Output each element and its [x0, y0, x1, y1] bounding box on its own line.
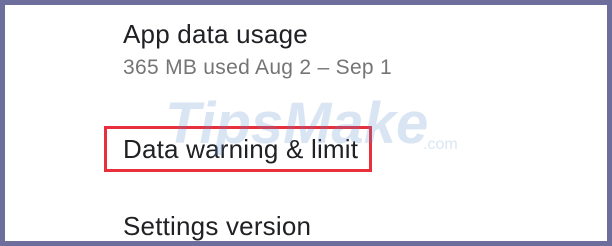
app-data-usage-summary: 365 MB used Aug 2 – Sep 1	[123, 56, 393, 79]
settings-version-title: Settings version	[123, 211, 312, 241]
app-data-usage-item[interactable]: App data usage 365 MB used Aug 2 – Sep 1	[5, 5, 607, 100]
data-warning-limit-title: Data warning & limit	[123, 134, 359, 164]
app-data-usage-title: App data usage	[123, 19, 308, 49]
data-warning-limit-item[interactable]: Data warning & limit	[5, 105, 607, 185]
screenshot-frame: App data usage 365 MB used Aug 2 – Sep 1…	[0, 0, 612, 246]
settings-version-item[interactable]: Settings version	[5, 195, 607, 241]
